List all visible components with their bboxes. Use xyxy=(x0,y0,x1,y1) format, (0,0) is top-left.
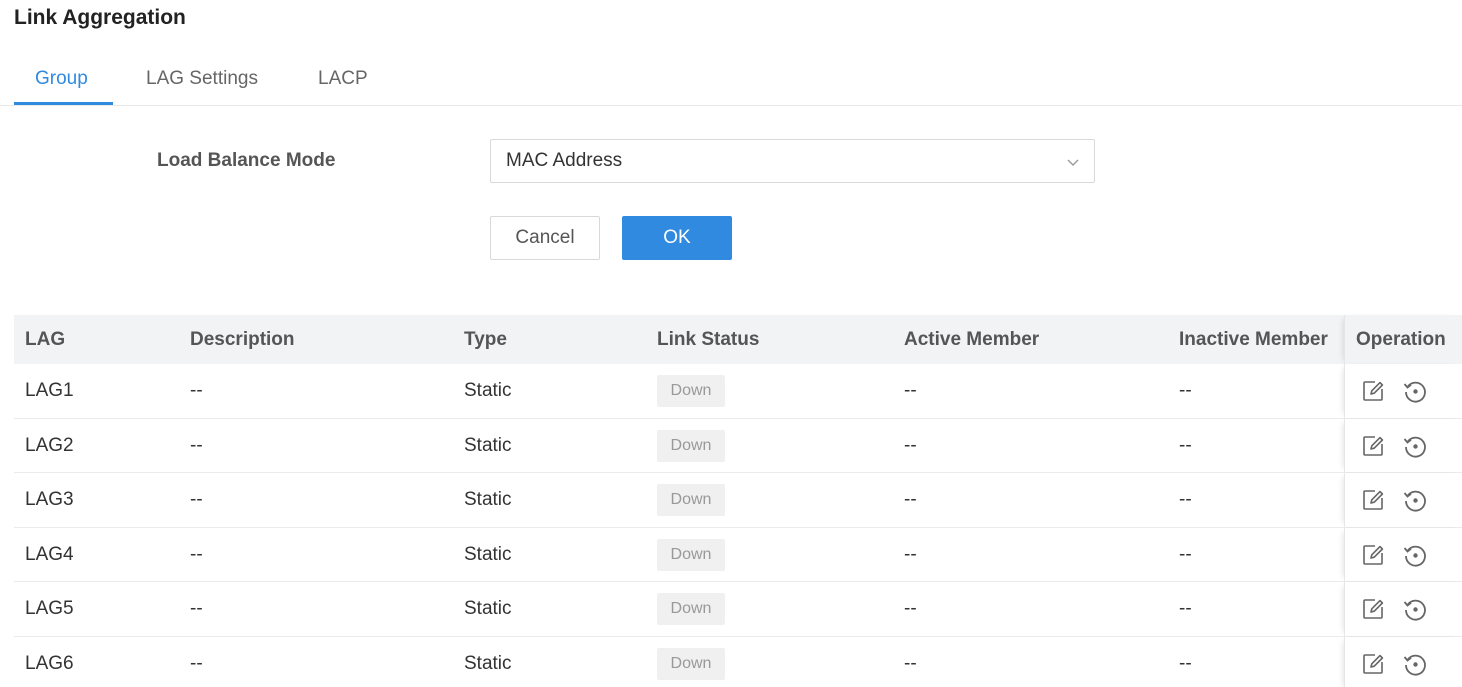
table-row: LAG5 -- Static Down -- -- xyxy=(14,582,1462,637)
column-header-type: Type xyxy=(464,329,507,350)
lag-table: LAG Description Type Link Status Active … xyxy=(14,315,1462,687)
column-header-link-status: Link Status xyxy=(657,329,760,350)
cell-active-member: -- xyxy=(904,380,917,401)
reset-icon[interactable] xyxy=(1401,595,1429,623)
operation-cell xyxy=(1344,636,1462,687)
cell-inactive-member: -- xyxy=(1179,434,1192,456)
cell-inactive-member: -- xyxy=(1179,652,1192,674)
edit-icon[interactable] xyxy=(1359,595,1387,623)
cell-active-member: -- xyxy=(904,598,917,620)
operation-cell xyxy=(1344,418,1462,473)
operation-cell xyxy=(1344,527,1462,582)
status-badge: Down xyxy=(657,375,725,407)
cell-lag: LAG4 xyxy=(25,543,74,565)
status-badge: Down xyxy=(657,429,725,462)
status-badge: Down xyxy=(657,484,725,517)
status-badge: Down xyxy=(657,647,725,680)
status-badge: Down xyxy=(657,538,725,571)
cell-type: Static xyxy=(464,380,512,401)
table-row: LAG6 -- Static Down -- -- xyxy=(14,636,1462,687)
cell-lag: LAG6 xyxy=(25,652,74,674)
cell-description: -- xyxy=(190,543,203,565)
cell-active-member: -- xyxy=(904,652,917,674)
column-header-inactive-member: Inactive Member xyxy=(1179,329,1328,350)
cell-description: -- xyxy=(190,380,203,401)
reset-icon[interactable] xyxy=(1401,486,1429,514)
tab-group[interactable]: Group xyxy=(35,68,88,90)
cell-inactive-member: -- xyxy=(1179,380,1192,401)
chevron-down-icon xyxy=(1066,155,1080,169)
edit-icon[interactable] xyxy=(1359,650,1387,678)
column-header-description: Description xyxy=(190,329,295,350)
load-balance-select[interactable]: MAC Address xyxy=(490,139,1095,183)
cell-lag: LAG1 xyxy=(25,380,74,401)
reset-icon[interactable] xyxy=(1401,541,1429,569)
cell-type: Static xyxy=(464,489,512,511)
cell-inactive-member: -- xyxy=(1179,489,1192,511)
table-row: LAG1 -- Static Down -- -- xyxy=(14,364,1462,419)
column-header-operation: Operation xyxy=(1356,329,1446,350)
table-row: LAG4 -- Static Down -- -- xyxy=(14,527,1462,583)
tab-lag-settings[interactable]: LAG Settings xyxy=(146,68,258,90)
operation-cell xyxy=(1344,582,1462,636)
cell-active-member: -- xyxy=(904,543,917,565)
cell-inactive-member: -- xyxy=(1179,598,1192,620)
column-header-lag: LAG xyxy=(25,329,66,350)
cell-lag: LAG2 xyxy=(25,434,74,456)
edit-icon[interactable] xyxy=(1359,432,1387,460)
ok-button[interactable]: OK xyxy=(622,216,732,260)
operation-cell xyxy=(1344,473,1462,527)
edit-icon[interactable] xyxy=(1359,541,1387,569)
table-row: LAG3 -- Static Down -- -- xyxy=(14,473,1462,528)
cell-type: Static xyxy=(464,434,512,456)
cell-active-member: -- xyxy=(904,434,917,456)
cell-lag: LAG3 xyxy=(25,489,74,511)
cell-inactive-member: -- xyxy=(1179,543,1192,565)
cancel-button[interactable]: Cancel xyxy=(490,216,600,260)
table-header: LAG Description Type Link Status Active … xyxy=(14,315,1462,364)
page-title: Link Aggregation xyxy=(14,6,186,29)
cell-description: -- xyxy=(190,489,203,511)
load-balance-label: Load Balance Mode xyxy=(157,150,336,171)
reset-icon[interactable] xyxy=(1401,377,1429,405)
tab-lacp[interactable]: LACP xyxy=(318,68,368,90)
cell-type: Static xyxy=(464,652,512,674)
cell-description: -- xyxy=(190,598,203,620)
status-badge: Down xyxy=(657,593,725,626)
edit-icon[interactable] xyxy=(1359,486,1387,514)
operation-cell xyxy=(1344,364,1462,418)
column-header-active-member: Active Member xyxy=(904,329,1040,350)
load-balance-value: MAC Address xyxy=(506,150,623,171)
operation-header-cell: Operation xyxy=(1344,315,1462,364)
edit-icon[interactable] xyxy=(1359,377,1387,405)
cell-active-member: -- xyxy=(904,489,917,511)
cell-type: Static xyxy=(464,598,512,620)
tab-active-indicator xyxy=(14,102,113,105)
reset-icon[interactable] xyxy=(1401,432,1429,460)
cell-lag: LAG5 xyxy=(25,598,74,620)
cell-type: Static xyxy=(464,543,512,565)
reset-icon[interactable] xyxy=(1401,650,1429,678)
table-row: LAG2 -- Static Down -- -- xyxy=(14,418,1462,474)
cell-description: -- xyxy=(190,652,203,674)
cell-description: -- xyxy=(190,434,203,456)
tab-bar: Group LAG Settings LACP xyxy=(0,56,1462,106)
